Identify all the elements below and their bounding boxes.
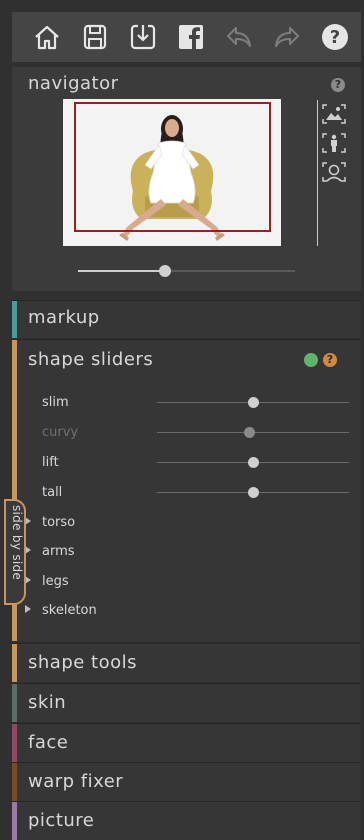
slider-tall: tall (12, 478, 361, 508)
navigator-help-icon[interactable]: ? (331, 78, 345, 92)
section-title: markup (28, 307, 100, 328)
navigator-title: navigator (28, 73, 119, 94)
full-body-icon[interactable] (321, 132, 347, 154)
slider-handle[interactable] (247, 487, 259, 498)
section-title: face (28, 732, 69, 753)
section-title[interactable]: shape sliders (28, 349, 153, 370)
group-arms[interactable]: arms (12, 538, 361, 566)
slider-lift: lift (12, 448, 361, 478)
help-icon[interactable]: ? (318, 20, 352, 54)
group-skeleton[interactable]: skeleton (12, 597, 361, 625)
group-label: skeleton (42, 603, 97, 618)
section-color-bar (12, 301, 17, 338)
section-title: warp fixer (28, 771, 124, 792)
side-by-side-label: side by side (10, 505, 24, 581)
section-shape-sliders: shape sliders ? slim curvy lift tall tor… (12, 339, 361, 641)
zoom-slider-handle[interactable] (158, 265, 171, 277)
section-picture[interactable]: picture (12, 801, 361, 840)
section-title: picture (28, 810, 95, 831)
export-icon[interactable] (126, 20, 160, 54)
slider-curvy: curvy (12, 418, 361, 448)
slider-handle[interactable] (247, 457, 259, 468)
zoom-slider-fill (78, 270, 165, 272)
section-markup[interactable]: markup (12, 300, 361, 338)
group-label: legs (42, 574, 69, 589)
facebook-icon[interactable] (174, 20, 208, 54)
side-by-side-tab[interactable]: side by side (4, 499, 26, 605)
section-title: shape tools (28, 652, 137, 673)
section-title: skin (28, 692, 67, 713)
navigator-view-frame[interactable] (74, 102, 271, 232)
slider-label: tall (42, 485, 63, 500)
section-color-bar (12, 644, 17, 682)
section-shape-tools[interactable]: shape tools (12, 643, 361, 682)
home-icon[interactable] (30, 20, 64, 54)
section-skin[interactable]: skin (12, 683, 361, 722)
section-color-bar (12, 684, 17, 722)
section-help-icon[interactable]: ? (323, 353, 337, 367)
fit-image-icon[interactable] (321, 103, 347, 125)
undo-icon[interactable] (222, 20, 256, 54)
slider-label: curvy (42, 425, 79, 440)
group-torso[interactable]: torso (12, 509, 361, 537)
group-label: arms (42, 544, 75, 559)
section-color-bar (12, 763, 17, 801)
navigator-divider (317, 100, 318, 246)
section-warp-fixer[interactable]: warp fixer (12, 762, 361, 801)
slider-handle (243, 427, 255, 438)
main-toolbar: ? (12, 12, 361, 62)
save-icon[interactable] (78, 20, 112, 54)
slider-label: slim (42, 395, 69, 410)
expand-arrow-icon[interactable] (25, 605, 31, 613)
slider-slim: slim (12, 388, 361, 418)
redo-icon[interactable] (270, 20, 304, 54)
group-label: torso (42, 515, 76, 530)
group-legs[interactable]: legs (12, 568, 361, 596)
slider-label: lift (42, 455, 59, 470)
face-icon[interactable] (321, 161, 347, 183)
section-face[interactable]: face (12, 723, 361, 762)
slider-handle[interactable] (247, 397, 259, 408)
section-color-bar (12, 724, 17, 762)
navigator-panel: navigator ? (12, 67, 361, 291)
svg-text:?: ? (330, 27, 340, 48)
status-indicator-dot (304, 353, 318, 367)
section-color-bar (12, 802, 17, 840)
